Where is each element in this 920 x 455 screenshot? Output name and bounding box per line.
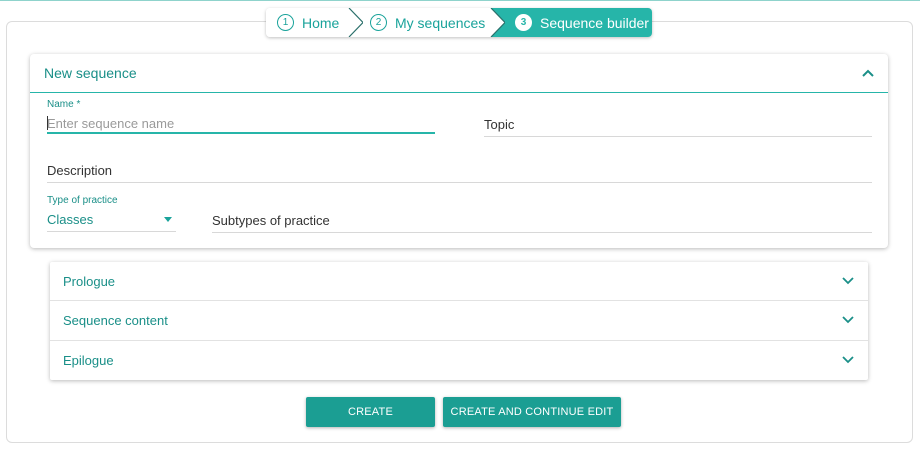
section-prologue[interactable]: Prologue: [50, 262, 868, 302]
breadcrumb-step-my-sequences[interactable]: 2 My sequences: [349, 8, 505, 37]
chevron-down-icon[interactable]: [840, 352, 856, 368]
chevron-down-icon[interactable]: [840, 312, 856, 328]
section-label: Sequence content: [63, 312, 168, 328]
panel-title: New sequence: [44, 65, 137, 81]
sequence-sections: Prologue Sequence content Epilogue: [50, 262, 868, 380]
section-label: Epilogue: [63, 352, 114, 368]
section-label: Prologue: [63, 273, 116, 289]
section-sequence-content[interactable]: Sequence content: [50, 301, 868, 341]
step-number: 3: [515, 14, 532, 31]
step-label: Sequence builder: [540, 14, 649, 31]
topic-label: Topic: [484, 117, 515, 132]
description-label: Description: [47, 163, 113, 178]
step-label: My sequences: [395, 14, 486, 31]
chevron-right-icon: [490, 8, 505, 37]
section-epilogue[interactable]: Epilogue: [50, 341, 868, 380]
new-sequence-panel: New sequence Name * Topic Description Ty…: [30, 54, 888, 248]
subtypes-label: Subtypes of practice: [212, 213, 330, 228]
type-of-practice-label: Type of practice: [47, 195, 118, 206]
caret-down-icon: [164, 217, 172, 222]
breadcrumb-step-home[interactable]: 1 Home: [266, 8, 363, 37]
create-and-continue-edit-button[interactable]: CREATE AND CONTINUE EDIT: [443, 397, 621, 427]
step-number: 1: [277, 14, 294, 31]
name-input[interactable]: [47, 114, 435, 134]
text-cursor: [47, 116, 48, 130]
create-button[interactable]: CREATE: [306, 397, 435, 427]
chevron-down-icon[interactable]: [840, 273, 856, 289]
top-divider: [0, 0, 920, 1]
step-label: Home: [302, 14, 340, 31]
topic-field[interactable]: Topic: [484, 117, 872, 137]
new-sequence-header[interactable]: New sequence: [30, 54, 888, 93]
description-field[interactable]: Description: [47, 163, 872, 183]
name-label: Name *: [47, 99, 81, 110]
chevron-right-icon: [348, 8, 363, 37]
breadcrumb-step-sequence-builder[interactable]: 3 Sequence builder: [491, 8, 652, 37]
step-number: 2: [370, 14, 387, 31]
subtypes-field[interactable]: Subtypes of practice: [212, 213, 872, 233]
breadcrumb: 1 Home 2 My sequences 3 Sequence builder: [266, 8, 652, 37]
chevron-up-icon[interactable]: [860, 65, 876, 81]
type-of-practice-value: Classes: [47, 212, 94, 227]
type-of-practice-select[interactable]: Classes: [47, 212, 176, 232]
